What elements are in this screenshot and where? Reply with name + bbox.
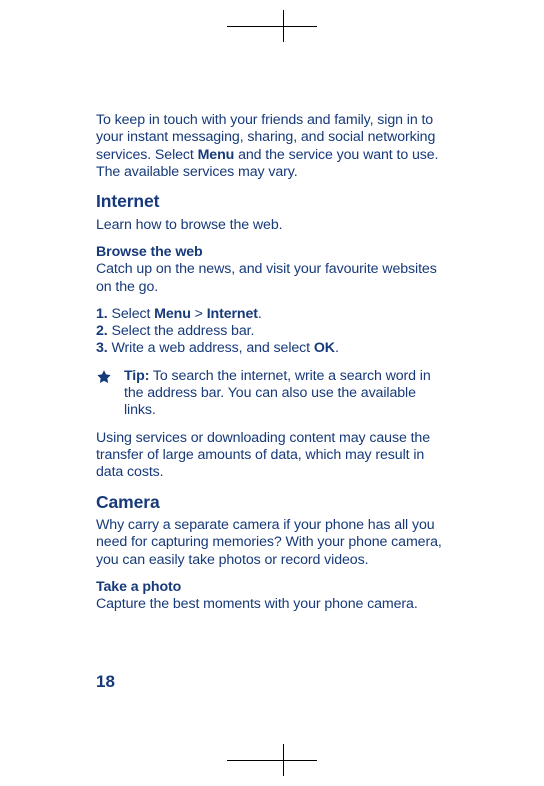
crop-mark-top — [227, 0, 317, 42]
step-number: 3. — [96, 340, 108, 356]
ok-label: OK — [314, 340, 335, 356]
text: Select — [108, 306, 155, 322]
step-3: 3. Write a web address, and select OK. — [96, 340, 446, 357]
text: To search the internet, write a search w… — [124, 368, 431, 419]
paragraph-camera-intro: Why carry a separate camera if your phon… — [96, 517, 446, 569]
page-number: 18 — [96, 672, 115, 692]
heading-camera: Camera — [96, 492, 446, 513]
paragraph-browse-intro: Catch up on the news, and visit your fav… — [96, 261, 446, 296]
text: Write a web address, and select — [108, 340, 314, 356]
paragraph-data-warning: Using services or downloading content ma… — [96, 430, 446, 482]
page-content: To keep in touch with your friends and f… — [96, 112, 446, 624]
internet-label: Internet — [207, 306, 258, 322]
crop-mark-bottom — [227, 744, 317, 786]
tip-label: Tip: — [124, 368, 149, 384]
step-2: 2. Select the address bar. — [96, 323, 446, 340]
step-number: 2. — [96, 323, 108, 339]
paragraph-take-photo-intro: Capture the best moments with your phone… — [96, 596, 446, 613]
step-number: 1. — [96, 306, 108, 322]
menu-label: Menu — [154, 306, 191, 322]
heading-take-photo: Take a photo — [96, 579, 446, 596]
heading-browse-web: Browse the web — [96, 244, 446, 261]
tip-text: Tip: To search the internet, write a sea… — [124, 368, 446, 420]
paragraph-services: To keep in touch with your friends and f… — [96, 112, 446, 181]
text: Select the address bar. — [108, 323, 255, 339]
text: . — [258, 306, 262, 322]
paragraph-internet-intro: Learn how to browse the web. — [96, 217, 446, 234]
text: > — [191, 306, 207, 322]
menu-label: Menu — [198, 147, 235, 163]
steps-list: 1. Select Menu > Internet. 2. Select the… — [96, 306, 446, 358]
text: . — [335, 340, 339, 356]
heading-internet: Internet — [96, 191, 446, 212]
step-1: 1. Select Menu > Internet. — [96, 306, 446, 323]
tip-block: Tip: To search the internet, write a sea… — [96, 368, 446, 420]
star-icon — [96, 369, 112, 385]
